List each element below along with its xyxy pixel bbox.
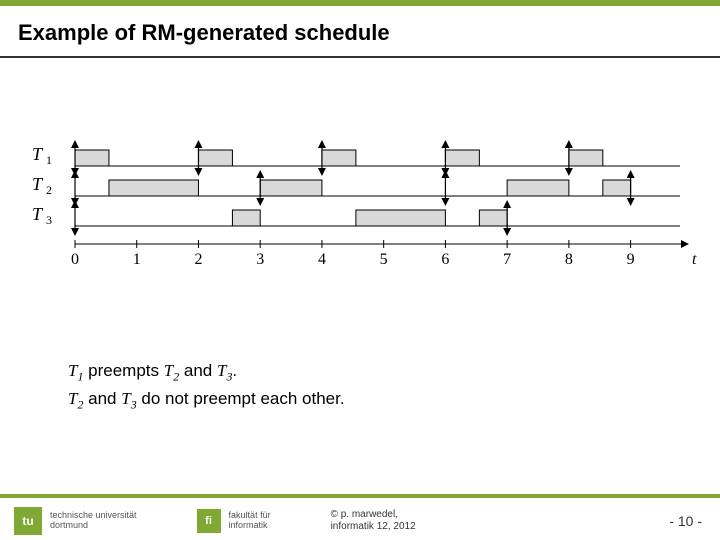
page-number: - 10 -	[669, 513, 702, 529]
slide-title: Example of RM-generated schedule	[0, 6, 720, 56]
svg-text:0: 0	[71, 251, 79, 268]
svg-text:6: 6	[441, 251, 449, 268]
svg-text:7: 7	[503, 251, 511, 268]
footer-accent-bar	[0, 494, 720, 498]
svg-text:4: 4	[318, 251, 326, 268]
caption-text: T1 preempts T2 and T3. T2 and T3 do not …	[68, 358, 720, 415]
faculty-label: fakultät für informatik	[229, 511, 271, 531]
svg-text:2: 2	[46, 183, 52, 197]
svg-text:1: 1	[46, 153, 52, 167]
title-underline	[0, 56, 720, 58]
svg-text:2: 2	[194, 251, 202, 268]
copyright-text: © p. marwedel, informatik 12, 2012	[331, 509, 416, 533]
svg-text:T: T	[32, 144, 44, 164]
schedule-chart: T1T2T30123456789t	[20, 118, 700, 298]
svg-text:5: 5	[380, 251, 388, 268]
university-label: technische universität dortmund	[50, 511, 137, 531]
svg-text:3: 3	[46, 213, 52, 227]
svg-text:T: T	[32, 204, 44, 224]
svg-text:T: T	[32, 174, 44, 194]
svg-text:9: 9	[627, 251, 635, 268]
svg-text:t: t	[692, 251, 697, 268]
tu-logo: tu	[14, 507, 42, 535]
fi-logo: fi	[197, 509, 221, 533]
svg-text:1: 1	[133, 251, 141, 268]
footer: tu technische universität dortmund fi fa…	[0, 494, 720, 540]
svg-text:3: 3	[256, 251, 264, 268]
svg-text:8: 8	[565, 251, 573, 268]
